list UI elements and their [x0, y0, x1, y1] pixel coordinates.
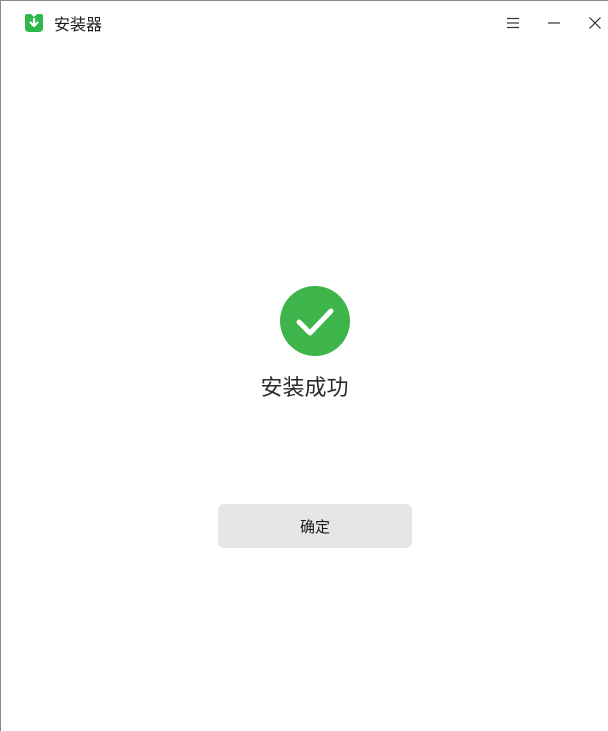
close-icon[interactable]: [583, 11, 607, 35]
installer-app-icon: [22, 11, 46, 35]
minimize-icon[interactable]: [542, 11, 566, 35]
install-status-text: 安装成功: [260, 376, 349, 401]
confirm-button[interactable]: 确定: [218, 504, 412, 548]
installer-window: 安装器 安装成功 确定: [0, 0, 608, 731]
menu-icon[interactable]: [501, 11, 525, 35]
title-bar: 安装器: [1, 1, 608, 45]
window-title: 安装器: [54, 15, 103, 34]
success-check-icon: [280, 286, 350, 356]
